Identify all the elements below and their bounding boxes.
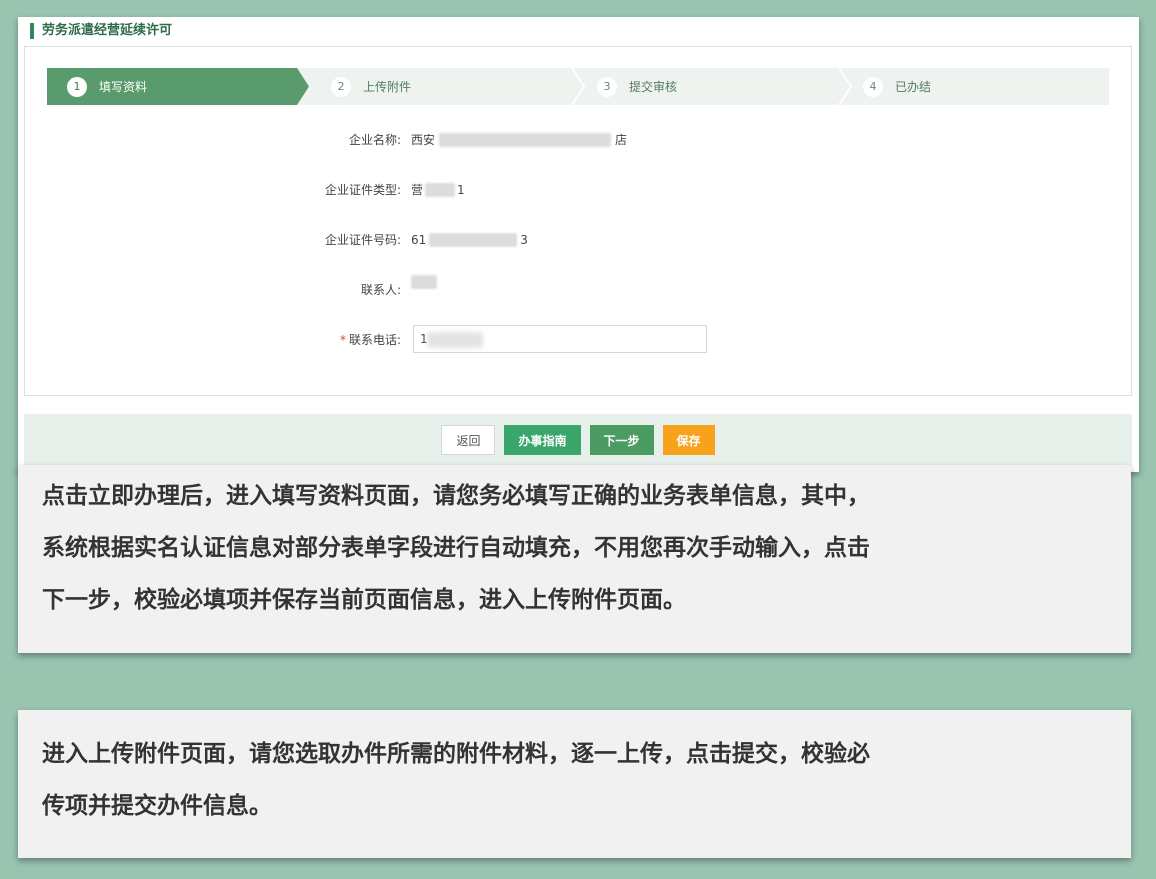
instruction-line: 进入上传附件页面，请您选取办件所需的附件材料，逐一上传，点击提交，校验必 [42, 741, 870, 767]
instruction-line: 系统根据实名认证信息对部分表单字段进行自动填充，不用您再次手动输入，点击 [42, 535, 870, 561]
contact-label: 联系人: [360, 283, 401, 297]
phone-row: * 联系电话: [25, 325, 1131, 355]
action-bar: 返回 办事指南 下一步 保存 [24, 414, 1132, 466]
instruction-panel-fill-info: 点击立即办理后，进入填写资料页面，请您务必填写正确的业务表单信息，其中， 系统根… [18, 465, 1131, 653]
cert-number-prefix: 61 [411, 233, 427, 247]
cert-number-label: 企业证件号码: [324, 233, 401, 247]
required-mark: * [339, 333, 346, 347]
page-title: 劳务派遣经营延续许可 [30, 23, 172, 39]
step-upload-attachments: 2 上传附件 [331, 68, 411, 105]
step-separator-icon [571, 68, 586, 105]
company-name-label: 企业名称: [348, 133, 401, 147]
step-label: 填写资料 [99, 80, 148, 94]
redacted-block [439, 133, 612, 147]
step-label: 上传附件 [363, 80, 412, 94]
company-name-suffix: 店 [615, 133, 628, 147]
cert-number-row: 企业证件号码: 61 3 [25, 225, 1131, 255]
save-button[interactable]: 保存 [662, 425, 715, 455]
step-number: 3 [597, 76, 617, 97]
cert-type-value: 营 1 [411, 175, 465, 205]
contact-value [411, 275, 437, 289]
step-fill-info: 1 填写资料 [47, 68, 309, 105]
step-submit-review: 3 提交审核 [597, 68, 677, 105]
cert-number-value: 61 3 [411, 225, 528, 255]
guide-button[interactable]: 办事指南 [504, 425, 581, 455]
contact-row: 联系人: [25, 275, 1131, 305]
step-number: 2 [331, 76, 351, 97]
step-label: 已办结 [895, 80, 932, 94]
back-button[interactable]: 返回 [441, 425, 496, 455]
step-completed: 4 已办结 [863, 68, 931, 105]
instruction-panel-upload: 进入上传附件页面，请您选取办件所需的附件材料，逐一上传，点击提交，校验必 传项并… [18, 710, 1131, 858]
company-name-prefix: 西安 [411, 133, 436, 147]
step-number: 4 [863, 76, 883, 97]
phone-label-text: 联系电话: [348, 333, 401, 347]
instruction-line: 点击立即办理后，进入填写资料页面，请您务必填写正确的业务表单信息，其中， [42, 483, 870, 509]
redacted-block [425, 183, 456, 197]
phone-label: * 联系电话: [340, 325, 401, 355]
redacted-block [411, 275, 437, 289]
company-name-row: 企业名称: 西安 店 [25, 125, 1131, 155]
cert-type-row: 企业证件类型: 营 1 [25, 175, 1131, 205]
instruction-line: 下一步，校验必填项并保存当前页面信息，进入上传附件页面。 [42, 587, 686, 613]
next-step-button[interactable]: 下一步 [589, 425, 654, 455]
redacted-block [429, 233, 518, 247]
cert-type-prefix: 营 [411, 183, 424, 197]
cert-type-label: 企业证件类型: [324, 183, 401, 197]
redacted-block [427, 332, 483, 348]
step-progress-bar: 1 填写资料 2 上传附件 3 提交审核 4 已办结 [47, 68, 1109, 105]
app-window: 劳务派遣经营延续许可 1 填写资料 2 上传附件 3 提交审核 4 已办结 企业… [18, 17, 1139, 472]
cert-number-suffix: 3 [520, 233, 528, 247]
instruction-line: 传项并提交办件信息。 [42, 793, 272, 819]
step-separator-icon [838, 68, 853, 105]
step-label: 提交审核 [629, 80, 678, 94]
step-number: 1 [67, 76, 87, 97]
company-name-value: 西安 店 [411, 125, 627, 155]
cert-type-suffix: 1 [457, 183, 465, 197]
form-panel: 1 填写资料 2 上传附件 3 提交审核 4 已办结 企业名称: 西安 店 企业… [24, 46, 1132, 396]
